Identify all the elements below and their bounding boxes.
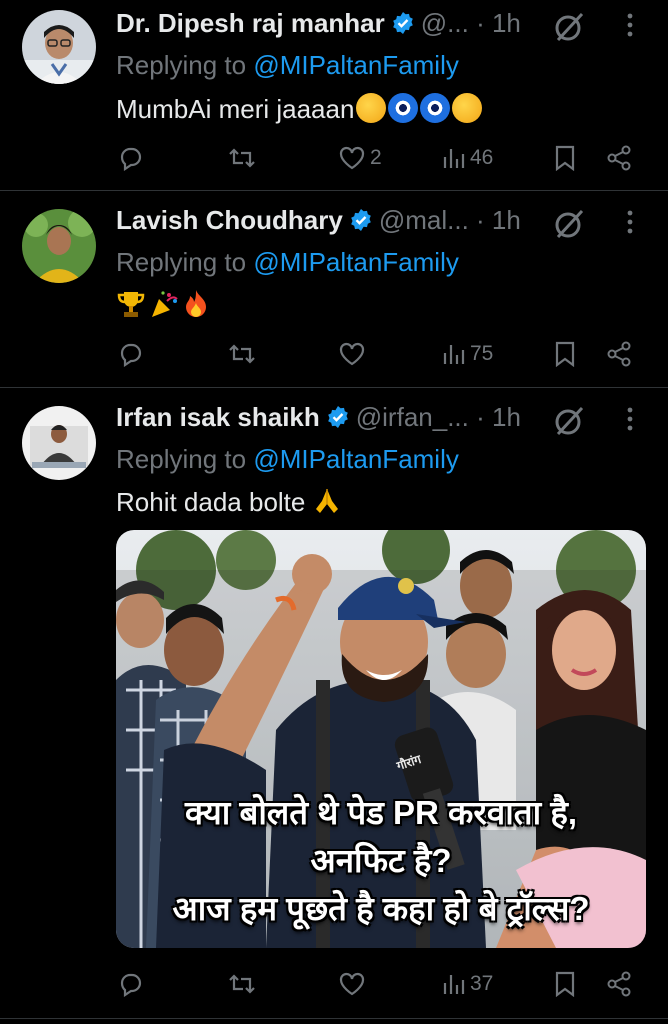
tweet-actions: 37: [116, 964, 636, 1004]
display-name[interactable]: Irfan isak shaikh: [116, 402, 320, 432]
bookmark-icon: [555, 341, 575, 367]
like-icon: [339, 342, 365, 366]
reply-icon: [120, 343, 142, 367]
avatar[interactable]: [22, 10, 96, 84]
reply-icon: [120, 147, 142, 171]
folded-hands-emoji: [315, 489, 338, 513]
grok-icon[interactable]: [552, 404, 586, 438]
like-button[interactable]: [338, 964, 370, 1004]
tweet-text-content: Rohit dada bolte: [116, 487, 306, 517]
retweet-button[interactable]: [228, 334, 256, 374]
avatar[interactable]: [22, 406, 96, 480]
views-icon: [443, 975, 465, 994]
replying-prefix: Replying to: [116, 50, 247, 80]
mention-link[interactable]: @MIPaltanFamily: [253, 50, 459, 80]
verified-badge-icon: [392, 12, 413, 34]
partying-face-emoji: [356, 93, 387, 123]
replying-to: Replying to @MIPaltanFamily: [116, 247, 459, 278]
retweet-button[interactable]: [228, 964, 256, 1004]
bookmark-button[interactable]: [554, 964, 576, 1004]
tweet-text: MumbAi meri jaaaan: [116, 93, 483, 125]
tweet-text: [116, 289, 210, 321]
bookmark-button[interactable]: [554, 334, 576, 374]
party-popper-emoji: [152, 291, 178, 317]
reply-button[interactable]: [118, 964, 144, 1004]
timestamp[interactable]: · 1h: [476, 402, 521, 432]
view-count: 37: [470, 972, 494, 995]
reply-icon: [120, 973, 142, 997]
like-icon: [339, 146, 365, 170]
grok-icon[interactable]: [552, 207, 586, 241]
reply-button[interactable]: [118, 334, 144, 374]
display-name[interactable]: Dr. Dipesh raj manhar: [116, 8, 385, 38]
author-name[interactable]: Lavish Choudhary @mal... · 1h: [116, 205, 521, 236]
mention-link[interactable]: @MIPaltanFamily: [253, 247, 459, 277]
tweet-2[interactable]: Lavish Choudhary @mal... · 1h Replying to…: [0, 191, 668, 387]
like-button[interactable]: [338, 334, 370, 374]
replying-to: Replying to @MIPaltanFamily: [116, 444, 459, 475]
avatar[interactable]: [22, 209, 96, 283]
mention-link[interactable]: @MIPaltanFamily: [253, 444, 459, 474]
verified-badge-icon: [327, 406, 348, 428]
share-button[interactable]: [606, 334, 632, 374]
more-icon[interactable]: [620, 10, 640, 40]
author-handle[interactable]: @irfan_...: [356, 402, 469, 432]
views-button[interactable]: 37: [442, 964, 493, 1004]
more-icon[interactable]: [620, 207, 640, 237]
bookmark-button[interactable]: [554, 138, 576, 178]
display-name[interactable]: Lavish Choudhary: [116, 205, 343, 235]
replying-prefix: Replying to: [116, 247, 247, 277]
views-button[interactable]: 46: [442, 138, 493, 178]
author-handle[interactable]: @mal...: [379, 205, 469, 235]
view-count: 75: [470, 342, 494, 365]
bookmark-icon: [555, 971, 575, 997]
retweet-icon: [229, 344, 255, 364]
meme-caption-line-3: आज हम पूछते है कहा हो बे ट्रॉल्स?: [172, 890, 590, 927]
view-count: 46: [470, 146, 494, 169]
views-icon: [443, 345, 465, 364]
tweet-text: Rohit dada bolte: [116, 486, 341, 518]
nazar-amulet-emoji: [388, 93, 419, 123]
views-icon: [443, 149, 465, 168]
retweet-icon: [229, 974, 255, 994]
meme-caption-line-2: अनफिट है?: [310, 842, 452, 879]
grok-icon[interactable]: [552, 10, 586, 44]
replying-to: Replying to @MIPaltanFamily: [116, 50, 459, 81]
partying-face-emoji: [452, 93, 483, 123]
trophy-emoji: [117, 292, 145, 317]
divider: [0, 1018, 668, 1019]
share-button[interactable]: [606, 138, 632, 178]
share-icon: [607, 341, 631, 367]
replying-prefix: Replying to: [116, 444, 247, 474]
retweet-button[interactable]: [228, 138, 256, 178]
tweet-1[interactable]: Dr. Dipesh raj manhar @... · 1h Replying …: [0, 0, 668, 190]
tweet-actions: 2 46: [116, 138, 636, 178]
views-button[interactable]: 75: [442, 334, 493, 374]
share-button[interactable]: [606, 964, 632, 1004]
author-handle[interactable]: @...: [421, 8, 469, 38]
like-count: 2: [370, 146, 382, 169]
retweet-icon: [229, 148, 255, 168]
share-icon: [607, 971, 631, 997]
author-name[interactable]: Dr. Dipesh raj manhar @... · 1h: [116, 8, 521, 39]
tweet-text-content: MumbAi meri jaaaan: [116, 94, 355, 124]
like-icon: [339, 972, 365, 996]
author-name[interactable]: Irfan isak shaikh @irfan_... · 1h: [116, 402, 521, 433]
share-icon: [607, 145, 631, 171]
verified-badge-icon: [351, 209, 371, 231]
nazar-amulet-emoji: [420, 93, 451, 123]
more-icon[interactable]: [620, 404, 640, 434]
fire-emoji: [186, 290, 206, 317]
timestamp[interactable]: · 1h: [476, 205, 521, 235]
reply-button[interactable]: [118, 138, 144, 178]
tweet-media-image[interactable]: गौरांग क्या बोलते थे पेड PR करवाता है, अ…: [116, 530, 646, 948]
like-button[interactable]: 2: [338, 138, 382, 178]
tweet-actions: 75: [116, 334, 636, 374]
timestamp[interactable]: · 1h: [476, 8, 521, 38]
meme-caption-line-1: क्या बोलते थे पेड PR करवाता है,: [184, 794, 578, 831]
bookmark-icon: [555, 145, 575, 171]
